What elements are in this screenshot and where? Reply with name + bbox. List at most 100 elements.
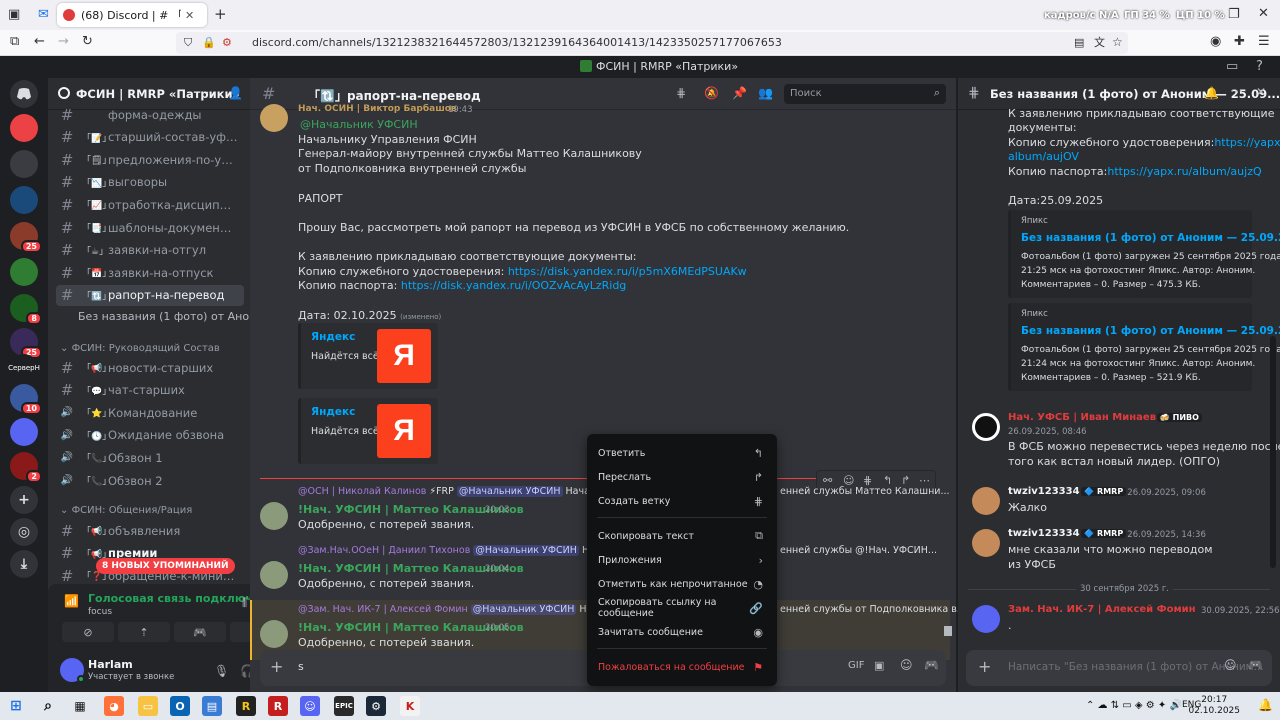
doc2-link[interactable]: https://disk.yandex.ru/i/OOZvAcAyLzRidg: [401, 279, 626, 292]
threads-icon[interactable]: ⋕: [676, 86, 686, 100]
firefox-icon[interactable]: ◕: [104, 696, 124, 716]
windows-start-icon[interactable]: ⊞: [6, 696, 26, 716]
thread-message-input[interactable]: + Написать "Без названия (1 фото) от Ано…: [966, 650, 1272, 686]
embed-title[interactable]: Без названия (1 фото) от Аноним — 25.09.…: [1021, 325, 1280, 337]
channel-отработка-дисциплинар-[interactable]: # 「📈」отработка-дисциплинар...: [56, 194, 244, 215]
channel-шаблоны-документации[interactable]: # 「📑」шаблоны-документации: [56, 217, 244, 238]
translate-icon[interactable]: 文: [1094, 36, 1105, 50]
message-author[interactable]: Зам. Нач. ИК-7 | Алексей Фомин: [1008, 604, 1196, 615]
copy-id-link[interactable]: https://yapx.ru/: [1214, 136, 1280, 149]
add-server-icon[interactable]: +: [10, 486, 38, 514]
channel-старший-состав-уфсин[interactable]: # 「📝」 старший-состав-уфсин: [56, 127, 244, 148]
apps-icon[interactable]: 🎮: [1248, 658, 1263, 672]
tab-list-icon[interactable]: ▣: [8, 8, 20, 22]
context-menu-item[interactable]: Отметить как непрочитанное ◔: [595, 573, 769, 595]
reader-view-icon[interactable]: ▤: [1074, 36, 1084, 50]
account-icon[interactable]: ◉: [1210, 35, 1221, 49]
gif-icon[interactable]: GIF: [848, 660, 864, 671]
avatar[interactable]: [260, 104, 288, 132]
pinned-icon[interactable]: 📌: [732, 86, 747, 100]
extensions-icon[interactable]: ✚: [1234, 35, 1245, 49]
close-window-icon[interactable]: ✕: [1258, 7, 1269, 21]
channel-новости-старших[interactable]: # 「📢」 новости-старших: [56, 357, 244, 378]
category-header[interactable]: ⌄ ФСИН: Руководящий Состав: [60, 343, 220, 354]
voice-channel-name[interactable]: focus: [88, 607, 112, 617]
member-list-icon[interactable]: 👥: [758, 86, 773, 100]
channel-предложения-по-улучше-[interactable]: # 「🗒」предложения-по-улучше...: [56, 149, 244, 170]
signal-icon[interactable]: 📶: [64, 594, 79, 608]
copy-pass-link[interactable]: https://yapx.ru/album/aujzQ: [1107, 165, 1261, 178]
emoji-icon[interactable]: ☺: [900, 658, 913, 672]
reload-icon[interactable]: ↻: [82, 35, 93, 49]
embed-provider[interactable]: Япикс: [1021, 216, 1048, 226]
message-line[interactable]: @Начальник УФСИН: [298, 118, 420, 131]
server-icon[interactable]: 25: [10, 328, 42, 359]
chevron-down-icon[interactable]: ⌄: [202, 86, 210, 97]
channel-заявки-на-отпуск[interactable]: # 「📅」 заявки-на-отпуск: [56, 262, 244, 283]
store-icon[interactable]: ▤: [202, 696, 222, 716]
channel-заявки-на-отгул[interactable]: # 「☕」 заявки-на-отгул: [56, 240, 244, 261]
notifications-off-icon[interactable]: 🔕: [704, 86, 719, 100]
context-menu-item[interactable]: Приложения ›: [595, 549, 769, 571]
inbox-icon[interactable]: ▭: [1226, 60, 1238, 74]
message-author[interactable]: Нач. УФСБ | Иван Минаев: [1008, 412, 1156, 423]
copy-id-link-cont[interactable]: album/aujOV: [1008, 150, 1079, 163]
close-thread-icon[interactable]: ✕: [1256, 85, 1266, 99]
new-mentions-pill[interactable]: 8 НОВЫХ УПОМИНАНИЙ: [96, 558, 235, 574]
category-header[interactable]: ⌄ ФСИН: Общения/Рация: [60, 505, 192, 516]
context-menu-item[interactable]: Ответить ↰: [595, 442, 769, 464]
add-member-icon[interactable]: 👤: [228, 86, 243, 100]
server-icon[interactable]: 25: [10, 222, 42, 253]
outlook-icon[interactable]: O: [170, 696, 190, 716]
embed-site[interactable]: Яндекс: [311, 406, 355, 418]
embed-title[interactable]: Без названия (1 фото) от Аноним — 25.09.…: [1021, 232, 1280, 244]
yandex-logo[interactable]: Я: [377, 329, 431, 383]
avatar[interactable]: [972, 605, 1000, 633]
sidebar-toggle-icon[interactable]: ⧉: [10, 35, 19, 49]
channel-обзвон-2[interactable]: 🔊 「📞」 Обзвон 2: [56, 470, 244, 491]
channel-ожидание-обзвона[interactable]: 🔊 「🕓」 Ожидание обзвона: [56, 425, 244, 446]
epic-games-icon[interactable]: EPIC: [334, 696, 354, 716]
close-tab-icon[interactable]: ✕: [185, 9, 194, 22]
back-icon[interactable]: ←: [34, 35, 45, 49]
server-icon[interactable]: 8: [10, 294, 42, 325]
server-icon[interactable]: [10, 186, 38, 214]
attach-plus-icon[interactable]: +: [978, 657, 991, 676]
pinned-tab-icon[interactable]: ✉: [38, 8, 49, 22]
context-menu-item[interactable]: Пожаловаться на сообщение ⚑: [595, 656, 769, 678]
channel-рапорт-на-перевод[interactable]: # 「🔃」 рапорт-на-перевод: [56, 284, 244, 306]
notifications-icon[interactable]: 🔔: [1258, 698, 1273, 712]
file-explorer-icon[interactable]: ▭: [138, 696, 158, 716]
context-menu-item[interactable]: Зачитать сообщение ◉: [595, 621, 769, 643]
avatar[interactable]: [972, 413, 1000, 441]
permissions-icon[interactable]: ⚙: [222, 36, 232, 50]
forward-icon[interactable]: →: [58, 35, 69, 49]
game-icon[interactable]: K: [400, 696, 420, 716]
server-icon[interactable]: [10, 114, 38, 142]
notification-bell-icon[interactable]: 🔔: [1204, 86, 1219, 100]
yandex-logo[interactable]: Я: [377, 404, 431, 458]
avatar[interactable]: [260, 561, 288, 589]
microphone-icon[interactable]: 🎙: [214, 664, 229, 678]
channel-чат-старших[interactable]: # 「💬」 чат-старших: [56, 380, 244, 401]
thread-scrollbar[interactable]: [1270, 336, 1276, 568]
context-menu-item[interactable]: Скопировать текст ⧉: [595, 525, 769, 547]
restore-window-icon[interactable]: ❐: [1228, 8, 1240, 22]
tray-icons[interactable]: ⌃ ☁ ⇅ ▭ ◈ ⚙ ✦ 🔊: [1086, 700, 1182, 711]
username[interactable]: Harlam: [88, 658, 133, 671]
channel-выговоры[interactable]: # 「📉」 выговоры: [56, 172, 244, 193]
avatar[interactable]: [260, 620, 288, 648]
search-icon[interactable]: ⌕: [38, 696, 58, 716]
discord-icon[interactable]: ☺: [300, 696, 320, 716]
camera-button[interactable]: ⊘: [62, 622, 114, 642]
server-icon[interactable]: [10, 258, 38, 286]
channel-обзвон-1[interactable]: 🔊 「📞」 Обзвон 1: [56, 447, 244, 468]
avatar[interactable]: [260, 502, 288, 530]
channel-объявления[interactable]: # 「📢」 объявления: [56, 520, 244, 541]
attach-plus-icon[interactable]: +: [270, 657, 283, 676]
message-author[interactable]: Нач. ОСИН | Виктор Барбашов: [298, 104, 457, 114]
lock-icon[interactable]: 🔒: [202, 36, 216, 50]
server-icon[interactable]: 2: [10, 452, 42, 483]
activities-button[interactable]: 🎮: [174, 622, 226, 642]
rockstar-icon[interactable]: R: [268, 696, 288, 716]
